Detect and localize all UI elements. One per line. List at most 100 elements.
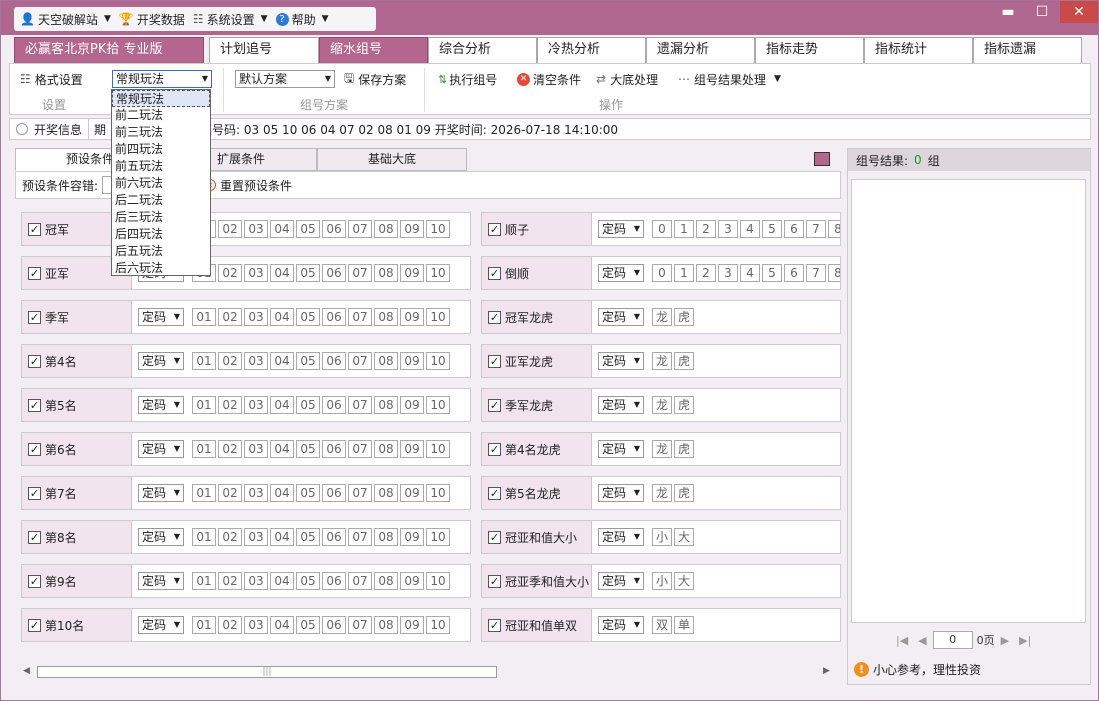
pattern-label[interactable]: ✓ 冠亚和值大小: [482, 521, 592, 553]
number-button[interactable]: 07: [348, 484, 372, 502]
number-button[interactable]: 01: [192, 308, 216, 326]
menu-crack-site[interactable]: 👤 天空破解站 ▼: [20, 11, 111, 28]
number-button[interactable]: 04: [270, 220, 294, 238]
number-button[interactable]: 08: [374, 572, 398, 590]
number-button[interactable]: 09: [400, 484, 424, 502]
number-button[interactable]: 08: [374, 396, 398, 414]
number-button[interactable]: 10: [426, 616, 450, 634]
number-button[interactable]: 08: [374, 484, 398, 502]
number-button[interactable]: 03: [244, 264, 268, 282]
number-button[interactable]: 10: [426, 308, 450, 326]
option-button[interactable]: 小: [652, 572, 672, 590]
dingma-select[interactable]: 定码: [598, 440, 644, 458]
play-mode-option[interactable]: 常规玩法: [112, 90, 210, 107]
checkbox-icon[interactable]: ✓: [488, 530, 501, 544]
result-process-button[interactable]: ⋯ 组号结果处理 ▼: [678, 70, 781, 88]
last-page-icon[interactable]: ▶|: [1019, 634, 1031, 647]
next-page-icon[interactable]: ▶: [1001, 634, 1009, 647]
option-button[interactable]: 大: [674, 572, 694, 590]
pattern-label[interactable]: ✓ 冠军龙虎: [482, 301, 592, 333]
number-button[interactable]: 01: [192, 484, 216, 502]
format-settings-button[interactable]: ☷ 格式设置: [20, 70, 83, 88]
tab-basic-dadi[interactable]: 基础大底: [317, 148, 467, 171]
position-label[interactable]: ✓ 第9名: [22, 565, 132, 597]
tab-reduce-group[interactable]: 缩水组号: [319, 37, 428, 63]
menu-system-settings[interactable]: ☷ 系统设置 ▼: [193, 11, 268, 28]
play-mode-option[interactable]: 后二玩法: [112, 192, 210, 209]
number-button[interactable]: 08: [374, 440, 398, 458]
position-label[interactable]: ✓ 第6名: [22, 433, 132, 465]
number-button[interactable]: 05: [296, 308, 320, 326]
number-button[interactable]: 10: [426, 352, 450, 370]
pattern-label[interactable]: ✓ 第4名龙虎: [482, 433, 592, 465]
play-mode-option[interactable]: 后三玩法: [112, 209, 210, 226]
pattern-label[interactable]: ✓ 冠亚和值单双: [482, 609, 592, 641]
number-button[interactable]: 04: [270, 396, 294, 414]
dingma-select[interactable]: 定码: [138, 528, 184, 546]
number-button[interactable]: 10: [426, 572, 450, 590]
number-button[interactable]: 04: [270, 308, 294, 326]
number-button[interactable]: 08: [374, 352, 398, 370]
checkbox-icon[interactable]: ✓: [488, 398, 501, 412]
option-button[interactable]: 7: [806, 220, 826, 238]
play-mode-option[interactable]: 后四玩法: [112, 226, 210, 243]
option-button[interactable]: 虎: [674, 352, 694, 370]
number-button[interactable]: 04: [270, 264, 294, 282]
play-mode-option[interactable]: 前五玩法: [112, 158, 210, 175]
checkbox-icon[interactable]: ✓: [488, 266, 501, 280]
option-button[interactable]: 大: [674, 528, 694, 546]
number-button[interactable]: 07: [348, 616, 372, 634]
number-button[interactable]: 03: [244, 308, 268, 326]
number-button[interactable]: 06: [322, 264, 346, 282]
position-label[interactable]: ✓ 第4名: [22, 345, 132, 377]
tab-indicator-trend[interactable]: 指标走势: [755, 37, 864, 63]
checkbox-icon[interactable]: ✓: [488, 354, 501, 368]
number-button[interactable]: 06: [322, 308, 346, 326]
option-button[interactable]: 0: [652, 264, 672, 282]
number-button[interactable]: 02: [218, 264, 242, 282]
dingma-select[interactable]: 定码: [598, 484, 644, 502]
number-button[interactable]: 03: [244, 396, 268, 414]
reset-presets-button[interactable]: ✕ 重置预设条件: [204, 177, 292, 194]
number-button[interactable]: 05: [296, 616, 320, 634]
option-button[interactable]: 0: [652, 220, 672, 238]
option-button[interactable]: 1: [674, 264, 694, 282]
checkbox-icon[interactable]: ✓: [28, 398, 41, 412]
number-button[interactable]: 09: [400, 308, 424, 326]
number-button[interactable]: 02: [218, 220, 242, 238]
position-label[interactable]: ✓ 第8名: [22, 521, 132, 553]
play-mode-option[interactable]: 后五玩法: [112, 243, 210, 260]
number-button[interactable]: 06: [322, 616, 346, 634]
number-button[interactable]: 01: [192, 616, 216, 634]
number-button[interactable]: 02: [218, 352, 242, 370]
dingma-select[interactable]: 定码: [598, 220, 644, 238]
option-button[interactable]: 2: [696, 220, 716, 238]
number-button[interactable]: 03: [244, 528, 268, 546]
play-mode-select[interactable]: 常规玩法: [112, 70, 212, 88]
number-button[interactable]: 09: [400, 220, 424, 238]
pattern-label[interactable]: ✓ 倒顺: [482, 257, 592, 289]
minimize-button[interactable]: ▬: [991, 1, 1025, 23]
number-button[interactable]: 02: [218, 572, 242, 590]
number-button[interactable]: 03: [244, 572, 268, 590]
option-button[interactable]: 小: [652, 528, 672, 546]
number-button[interactable]: 04: [270, 352, 294, 370]
option-button[interactable]: 龙: [652, 440, 672, 458]
tab-missing[interactable]: 遗漏分析: [646, 37, 755, 63]
number-button[interactable]: 08: [374, 308, 398, 326]
tab-plan-tracking[interactable]: 计划追号: [209, 37, 319, 63]
number-button[interactable]: 08: [374, 220, 398, 238]
dingma-select[interactable]: 定码: [138, 572, 184, 590]
checkbox-icon[interactable]: ✓: [488, 618, 501, 632]
number-button[interactable]: 04: [270, 616, 294, 634]
dingma-select[interactable]: 定码: [138, 308, 184, 326]
dingma-select[interactable]: 定码: [598, 264, 644, 282]
number-button[interactable]: 06: [322, 352, 346, 370]
tab-comprehensive[interactable]: 综合分析: [428, 37, 537, 63]
number-button[interactable]: 09: [400, 396, 424, 414]
close-button[interactable]: ✕: [1060, 1, 1098, 23]
dingma-select[interactable]: 定码: [138, 352, 184, 370]
number-button[interactable]: 06: [322, 396, 346, 414]
number-button[interactable]: 07: [348, 528, 372, 546]
position-label[interactable]: ✓ 第7名: [22, 477, 132, 509]
